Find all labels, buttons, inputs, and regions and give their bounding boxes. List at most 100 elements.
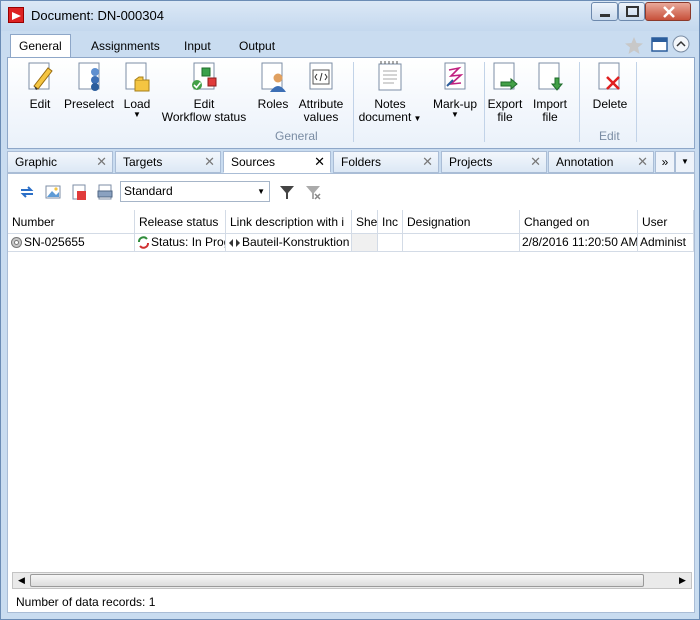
close-icon[interactable]: ✕ (637, 152, 648, 172)
tab-projects-label: Projects (449, 155, 493, 169)
tab-sources[interactable]: Sources ✕ (223, 151, 331, 173)
load-folder-icon (125, 62, 150, 92)
close-icon[interactable]: ✕ (314, 152, 325, 172)
attribute-label-1: Attribute (298, 97, 344, 111)
edit-workflow-label-2: Workflow status (161, 110, 247, 124)
delete-label: Delete (592, 97, 628, 111)
collapse-ribbon-icon (672, 35, 690, 53)
close-icon[interactable]: ✕ (204, 152, 215, 172)
table-row[interactable]: SN-025655 (8, 234, 135, 252)
column-header-inc[interactable]: Inc (378, 210, 403, 234)
cell-sheet[interactable] (352, 234, 378, 252)
delete-icon (598, 62, 620, 90)
tab-targets[interactable]: Targets ✕ (115, 151, 221, 173)
notes-icon (378, 61, 402, 91)
remove-link-icon[interactable] (70, 183, 88, 201)
view-select[interactable]: Standard ▼ (120, 181, 270, 202)
markup-dropdown-icon[interactable]: ▼ (430, 111, 480, 119)
attribute-xml-icon (309, 62, 333, 90)
export-label-2: file (497, 110, 513, 124)
cell-designation[interactable] (403, 234, 520, 252)
export-label-1: Export (487, 97, 523, 111)
export-icon (493, 62, 518, 91)
column-header-user[interactable]: User (638, 210, 694, 234)
close-icon[interactable]: ✕ (96, 152, 107, 172)
mark-up-button[interactable]: Mark-up ▼ (430, 60, 480, 119)
load-button[interactable]: Load ▼ (118, 60, 156, 119)
table-cell[interactable]: Bauteil-Konstruktion (226, 234, 352, 252)
column-header-sheet[interactable]: She (352, 210, 378, 234)
tab-graphic[interactable]: Graphic ✕ (7, 151, 113, 173)
preselect-button[interactable]: Preselect (63, 60, 115, 111)
import-label-1: Import (532, 97, 567, 111)
notes-document-button[interactable]: Notes document ▼ (358, 60, 422, 125)
edit-workflow-label-1: Edit (193, 97, 215, 111)
scrollbar-thumb[interactable] (30, 574, 644, 587)
cell-user[interactable]: Administ (638, 234, 694, 252)
chevron-down-icon: ▼ (257, 187, 265, 196)
ribbon-tab-general[interactable]: General (10, 34, 71, 58)
tab-sources-label: Sources (231, 155, 276, 169)
preselect-label: Preselect (63, 97, 115, 111)
tab-projects[interactable]: Projects ✕ (441, 151, 547, 173)
tab-annotation[interactable]: Annotation ✕ (548, 151, 654, 173)
ribbon-tabs: General Assignments Input Output (7, 31, 695, 58)
column-header-designation[interactable]: Designation (403, 210, 520, 234)
ribbon-separator (636, 62, 637, 142)
column-header-changed-on[interactable]: Changed on (520, 210, 638, 234)
column-header-link-description[interactable]: Link description with i (226, 210, 352, 234)
close-icon[interactable]: ✕ (530, 152, 541, 172)
maximize-button[interactable] (618, 2, 645, 21)
filter-icon[interactable] (278, 183, 296, 201)
import-file-button[interactable]: Import file (528, 60, 572, 124)
edit-button[interactable]: Edit (20, 60, 60, 111)
ribbon-quick-icons[interactable] (617, 33, 693, 55)
import-label-2: file (542, 110, 558, 124)
tab-annotation-label: Annotation (556, 155, 614, 169)
minimize-button[interactable] (591, 2, 618, 21)
tabs-dropdown-icon[interactable]: ▼ (675, 151, 695, 173)
notes-label-1: Notes (374, 97, 406, 111)
cell-changed-on[interactable]: 2/8/2016 11:20:50 AM (520, 234, 638, 252)
notes-dropdown-icon[interactable]: ▼ (411, 114, 422, 123)
delete-button[interactable]: Delete (588, 60, 632, 111)
view-select-value: Standard (124, 184, 173, 198)
ribbon-panel: Edit Preselect Load ▼ Edit Workflow stat… (7, 57, 695, 149)
tab-graphic-label: Graphic (15, 155, 58, 169)
notes-label-2: document (358, 110, 412, 124)
app-logo-icon (8, 7, 24, 23)
cell-link-description: Bauteil-Konstruktion (242, 235, 350, 249)
attribute-values-button[interactable]: Attribute values (295, 60, 347, 124)
image-view-icon[interactable] (44, 183, 62, 201)
tab-folders-label: Folders (341, 155, 382, 169)
scroll-right-icon[interactable]: ▶ (674, 573, 691, 588)
preselect-icon (78, 62, 100, 91)
print-icon[interactable] (96, 183, 114, 201)
refresh-icon[interactable] (18, 183, 36, 201)
roles-user-icon (261, 62, 286, 92)
cell-inc[interactable] (378, 234, 403, 252)
table-cell[interactable]: Status: In Prog (135, 234, 226, 252)
scroll-left-icon[interactable]: ◀ (13, 573, 30, 588)
more-tabs-button[interactable]: » (655, 151, 675, 173)
close-icon[interactable]: ✕ (422, 152, 433, 172)
document-tabs: Graphic ✕ Targets ✕ Sources ✕ Folders ✕ … (7, 151, 695, 173)
sources-panel: Standard ▼ Number Release status Link de… (7, 173, 695, 613)
horizontal-scrollbar[interactable]: ◀ ▶ (12, 572, 692, 589)
ribbon-tab-assignments[interactable]: Assignments (83, 36, 168, 57)
column-header-number[interactable]: Number (8, 210, 135, 234)
export-file-button[interactable]: Export file (486, 60, 524, 124)
favorite-star-icon (625, 37, 643, 54)
edit-workflow-status-button[interactable]: Edit Workflow status (158, 60, 250, 124)
ribbon-tab-output[interactable]: Output (231, 36, 283, 57)
sources-toolbar: Standard ▼ (8, 174, 694, 210)
tab-folders[interactable]: Folders ✕ (333, 151, 439, 173)
group-label-general: General (275, 129, 318, 143)
load-dropdown-icon[interactable]: ▼ (118, 111, 156, 119)
ribbon-tab-input[interactable]: Input (176, 36, 219, 57)
close-window-button[interactable] (645, 2, 691, 21)
record-count: Number of data records: 1 (16, 595, 156, 609)
column-header-release-status[interactable]: Release status (135, 210, 226, 234)
roles-button[interactable]: Roles (255, 60, 291, 111)
clear-filter-icon[interactable] (304, 183, 322, 201)
